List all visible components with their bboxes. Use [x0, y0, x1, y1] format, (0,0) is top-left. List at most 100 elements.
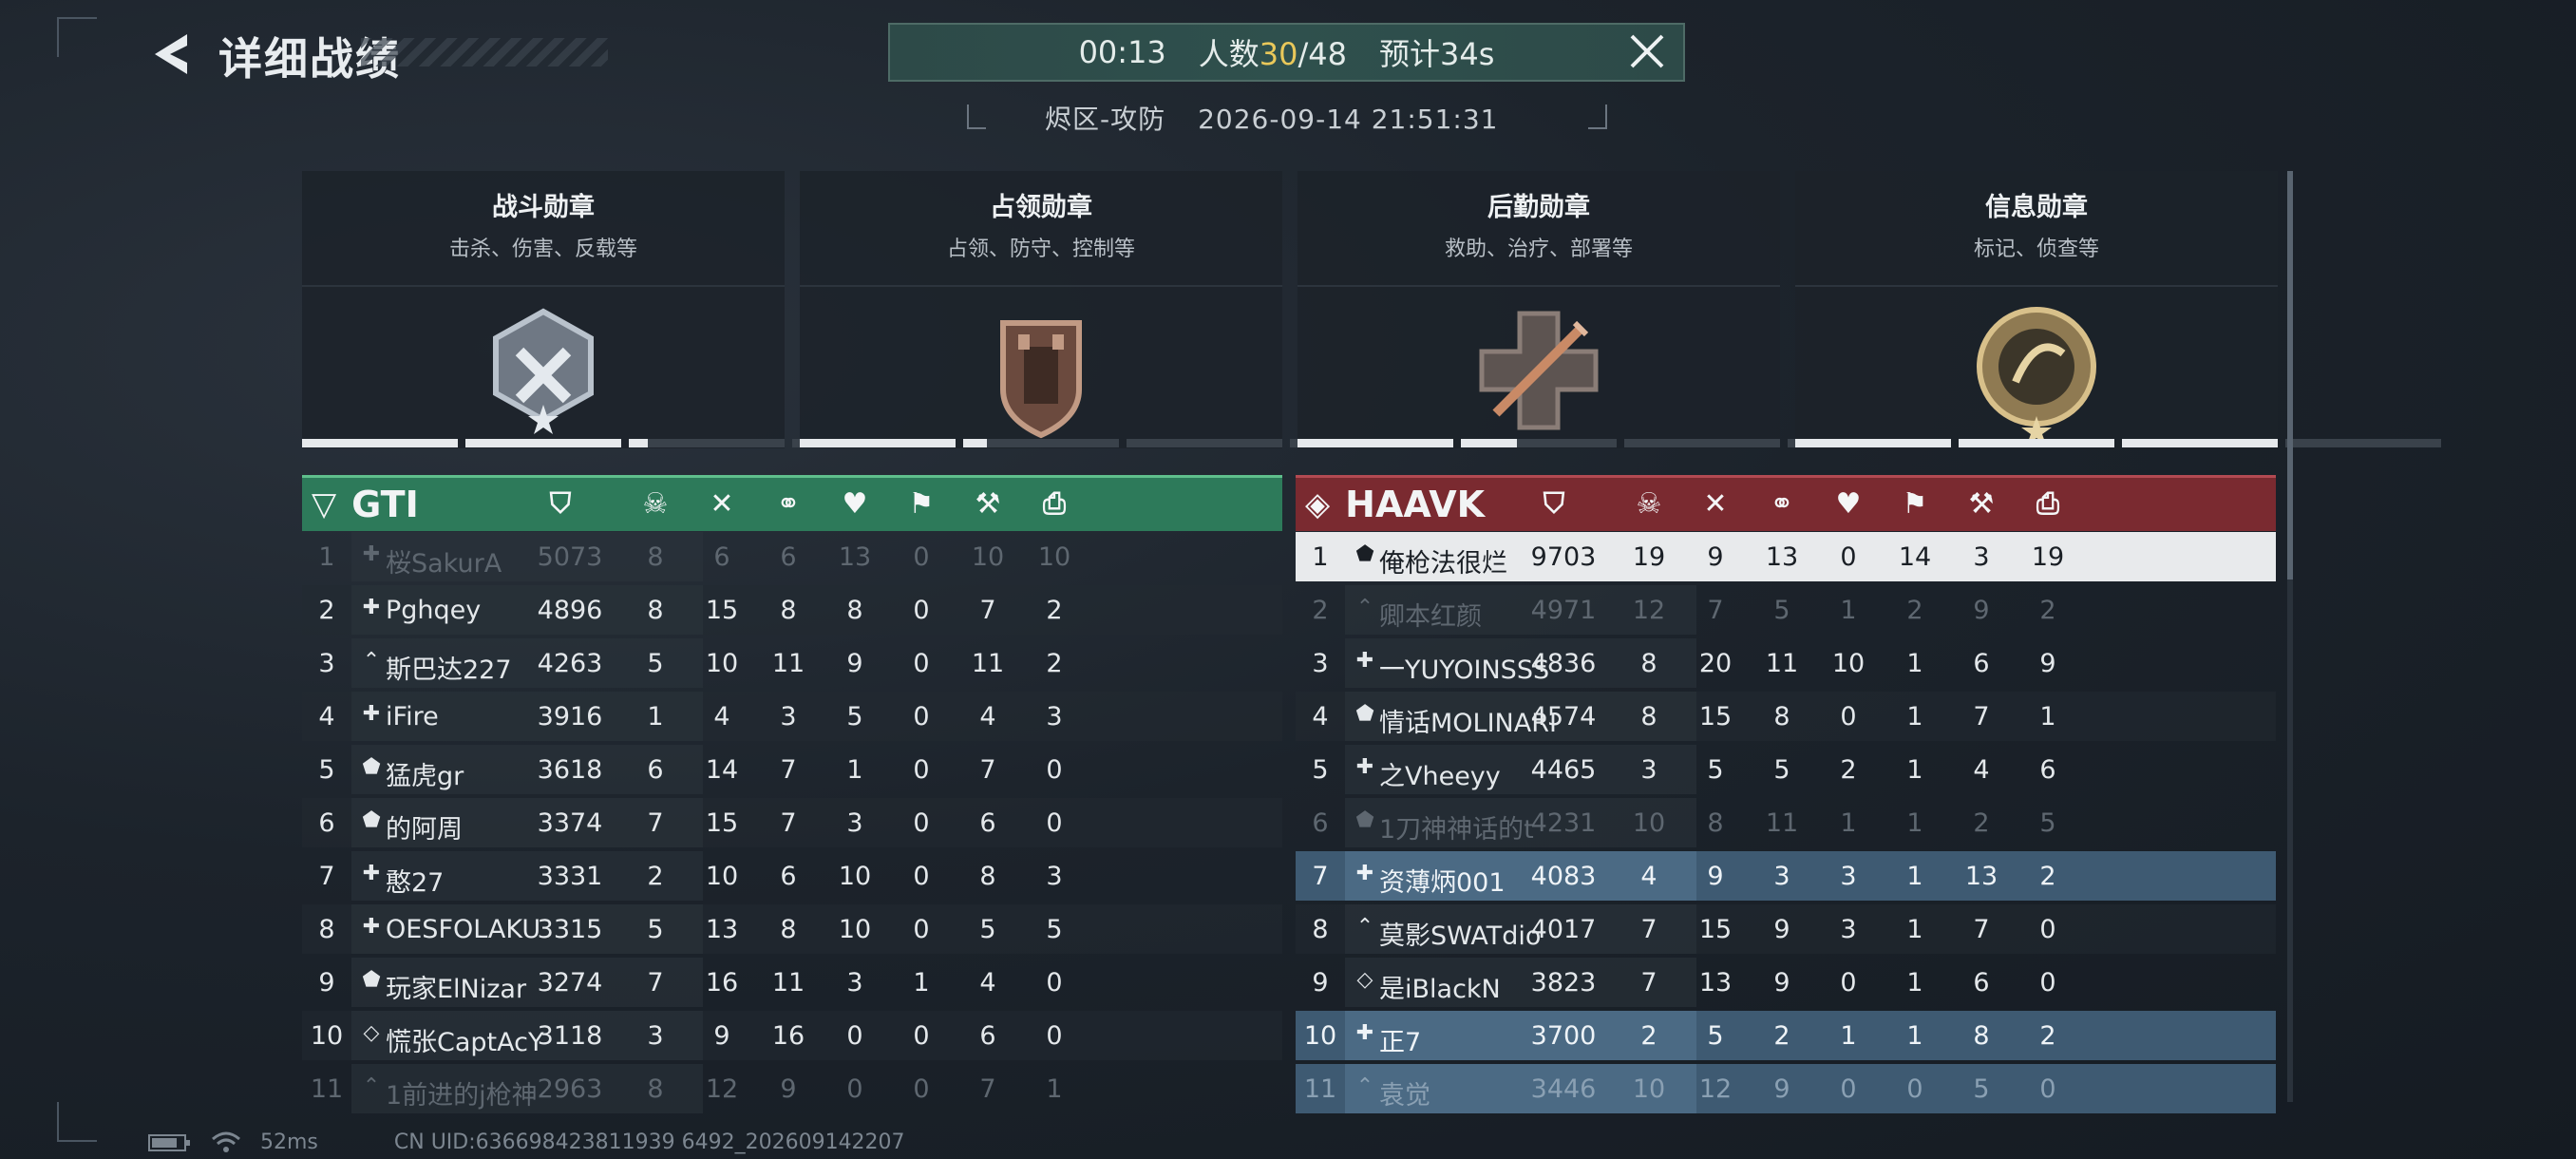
- stat-cell: 0: [913, 1021, 930, 1051]
- player-row[interactable]: 7 ✚ 资薄炳001 4083 4 9 3 3 1 13 2: [1296, 851, 2276, 901]
- stat-cell: 16: [771, 1021, 805, 1051]
- engineer-role-icon: ⬟: [362, 968, 381, 992]
- stat-cell: 8: [1707, 808, 1724, 838]
- stat-cell: 4: [1640, 862, 1657, 891]
- stat-cell: 3374: [537, 808, 603, 838]
- stat-cell: 7: [647, 808, 664, 838]
- stat-cell: 2: [1046, 596, 1063, 625]
- stat-cell: 1: [1840, 1021, 1857, 1051]
- stat-cell: 8: [979, 862, 996, 891]
- stat-cell: 7: [979, 1074, 996, 1104]
- medal-progress-track: [465, 439, 621, 447]
- stat-cell: 7: [979, 755, 996, 785]
- stat-cell: 13: [705, 915, 739, 944]
- medic-role-icon: ✚: [1355, 862, 1374, 885]
- stat-cell: 2: [2039, 862, 2056, 891]
- frame-corner-bl: [57, 1102, 97, 1142]
- scrollbar-thumb[interactable]: [2287, 171, 2293, 580]
- stat-cell: 6: [979, 1021, 996, 1051]
- cancel-queue-button[interactable]: [1624, 28, 1670, 74]
- medic-role-icon: ✚: [362, 542, 381, 566]
- player-rank: 6: [318, 808, 335, 838]
- intel-icon: ⎙: [2036, 487, 2059, 521]
- player-rank: 11: [1303, 1074, 1337, 1104]
- medal-panel-2[interactable]: 占领勋章 占领、防守、控制等: [800, 171, 1446, 448]
- medal-panel-3[interactable]: 后勤勋章 救助、治疗、部署等: [1297, 171, 1943, 448]
- stat-cell: 3274: [537, 968, 603, 998]
- player-row[interactable]: 11 ⌃ 1前进的j枪神 2963 8 12 9 0 0 7 1: [302, 1064, 1282, 1113]
- stat-cell: 9: [1773, 915, 1790, 944]
- player-row[interactable]: 6 ⬟ 的阿周 3374 7 15 7 3 0 6 0: [302, 798, 1282, 847]
- team-left-table: ▽ GTI ⛉ ☠ ✕ ⚭ ♥ ⚑ ⚒ ⎙ 1 ✚ 桜SakurA 5073 8 6 6 13 0 10 10 2 ✚ Pgh…: [302, 475, 1282, 1113]
- player-row[interactable]: 3 ⌃ 斯巴达227 4263 5 10 11 9 0 11 2: [302, 638, 1282, 688]
- stat-cell: 4465: [1530, 755, 1597, 785]
- stat-cell: 0: [913, 862, 930, 891]
- player-row[interactable]: 8 ✚ OESFOLAKU 3315 5 13 8 10 0 5 5: [302, 904, 1282, 954]
- back-button[interactable]: [142, 21, 199, 87]
- stat-cell: 4: [979, 968, 996, 998]
- wifi-icon: [212, 1131, 240, 1152]
- medic-role-icon: ✚: [1355, 755, 1374, 779]
- stat-cell: 5: [1046, 915, 1063, 944]
- stat-cell: 19: [2031, 542, 2065, 572]
- player-rank: 2: [318, 596, 335, 625]
- player-row[interactable]: 10 ◇ 慌张CaptAcY 3118 3 9 16 0 0 6 0: [302, 1011, 1282, 1060]
- stat-cell: 6: [780, 862, 797, 891]
- player-row[interactable]: 7 ✚ 憨27 3331 2 10 6 10 0 8 3: [302, 851, 1282, 901]
- stat-cell: 4083: [1530, 862, 1597, 891]
- stat-cell: 4836: [1530, 649, 1597, 678]
- stat-cell: 10: [1632, 1074, 1666, 1104]
- stat-cell: 10: [838, 915, 872, 944]
- bracket-right: [1588, 104, 1607, 129]
- player-row[interactable]: 11 ⌃ 袁觉 3446 10 12 9 0 0 5 0: [1296, 1064, 2276, 1113]
- player-row[interactable]: 5 ⬟ 猛虎gr 3618 6 14 7 1 0 7 0: [302, 745, 1282, 794]
- stat-cell: 6: [1973, 649, 1990, 678]
- medal-title: 信息勋章: [1985, 193, 2088, 222]
- player-row[interactable]: 3 ✚ 一YUYOINSSS 4836 8 20 11 10 1 6 9: [1296, 638, 2276, 688]
- player-name: 卿本红颜: [1379, 602, 1482, 632]
- player-row[interactable]: 10 ✚ 正7 3700 2 5 2 1 1 8 2: [1296, 1011, 2276, 1060]
- player-row[interactable]: 5 ✚ 之Vheeyy 4465 3 5 5 2 1 4 6: [1296, 745, 2276, 794]
- stat-cell: 1: [1906, 862, 1923, 891]
- player-row[interactable]: 1 ✚ 桜SakurA 5073 8 6 6 13 0 10 10: [302, 532, 1282, 581]
- medal-panel-1[interactable]: 战斗勋章 击杀、伤害、反载等: [302, 171, 948, 448]
- match-mode: 烬区-攻防: [1045, 104, 1166, 135]
- stat-cell: 1: [1906, 649, 1923, 678]
- player-row[interactable]: 9 ⬟ 玩家ElNizar 3274 7 16 11 3 1 4 0: [302, 958, 1282, 1007]
- medal-panel-4[interactable]: 信息勋章 标记、侦查等: [1795, 171, 2441, 448]
- stat-cell: 0: [1840, 702, 1857, 732]
- stat-cell: 1: [1906, 968, 1923, 998]
- player-name: 是iBlackN: [1379, 975, 1501, 1004]
- stat-cell: 1: [913, 968, 930, 998]
- status-footer: 52ms CN UID:636698423811939 6492_2026091…: [148, 1130, 905, 1154]
- player-row[interactable]: 9 ◇ 是iBlackN 3823 7 13 9 0 1 6 0: [1296, 958, 2276, 1007]
- frame-corner-tl: [57, 17, 97, 57]
- stat-cell: 0: [913, 915, 930, 944]
- player-row[interactable]: 4 ✚ iFire 3916 1 4 3 5 0 4 3: [302, 692, 1282, 741]
- medal-progress-fill: [629, 439, 648, 447]
- stat-cell: 5073: [537, 542, 603, 572]
- player-rank: 4: [1312, 702, 1329, 732]
- stat-cell: 0: [1046, 968, 1063, 998]
- medal-progress-fill: [1297, 439, 1453, 447]
- player-row[interactable]: 8 ⌃ 莫影SWATdio 4017 7 15 9 3 1 7 0: [1296, 904, 2276, 954]
- medal-divider: [302, 285, 785, 287]
- death-cross-icon: ✕: [710, 487, 734, 521]
- player-row[interactable]: 1 ⬟ 俺枪法很烂 9703 19 9 13 0 14 3 19: [1296, 532, 2276, 581]
- player-rank: 1: [318, 542, 335, 572]
- stat-cell: 13: [1765, 542, 1799, 572]
- player-rank: 7: [1312, 862, 1329, 891]
- player-row[interactable]: 2 ⌃ 卿本红颜 4971 12 7 5 1 2 9 2: [1296, 585, 2276, 635]
- player-row[interactable]: 6 ⬟ 1刀神神话的t 4231 10 8 11 1 1 2 5: [1296, 798, 2276, 847]
- player-name: 俺枪法很烂: [1379, 549, 1507, 579]
- player-rank: 10: [310, 1021, 344, 1051]
- medal-desc: 击杀、伤害、反载等: [448, 238, 637, 261]
- player-name: Pghqey: [386, 596, 482, 625]
- player-rank: 8: [1312, 915, 1329, 944]
- player-row[interactable]: 4 ⬟ 情话MOLINARI 4574 8 15 8 0 1 7 1: [1296, 692, 2276, 741]
- medal-progress-fill: [465, 439, 621, 447]
- player-row[interactable]: 2 ✚ Pghqey 4896 8 15 8 8 0 7 2: [302, 585, 1282, 635]
- stat-cell: 11: [971, 649, 1005, 678]
- stat-cell: 1: [1046, 1074, 1063, 1104]
- stat-cell: 2: [1906, 596, 1923, 625]
